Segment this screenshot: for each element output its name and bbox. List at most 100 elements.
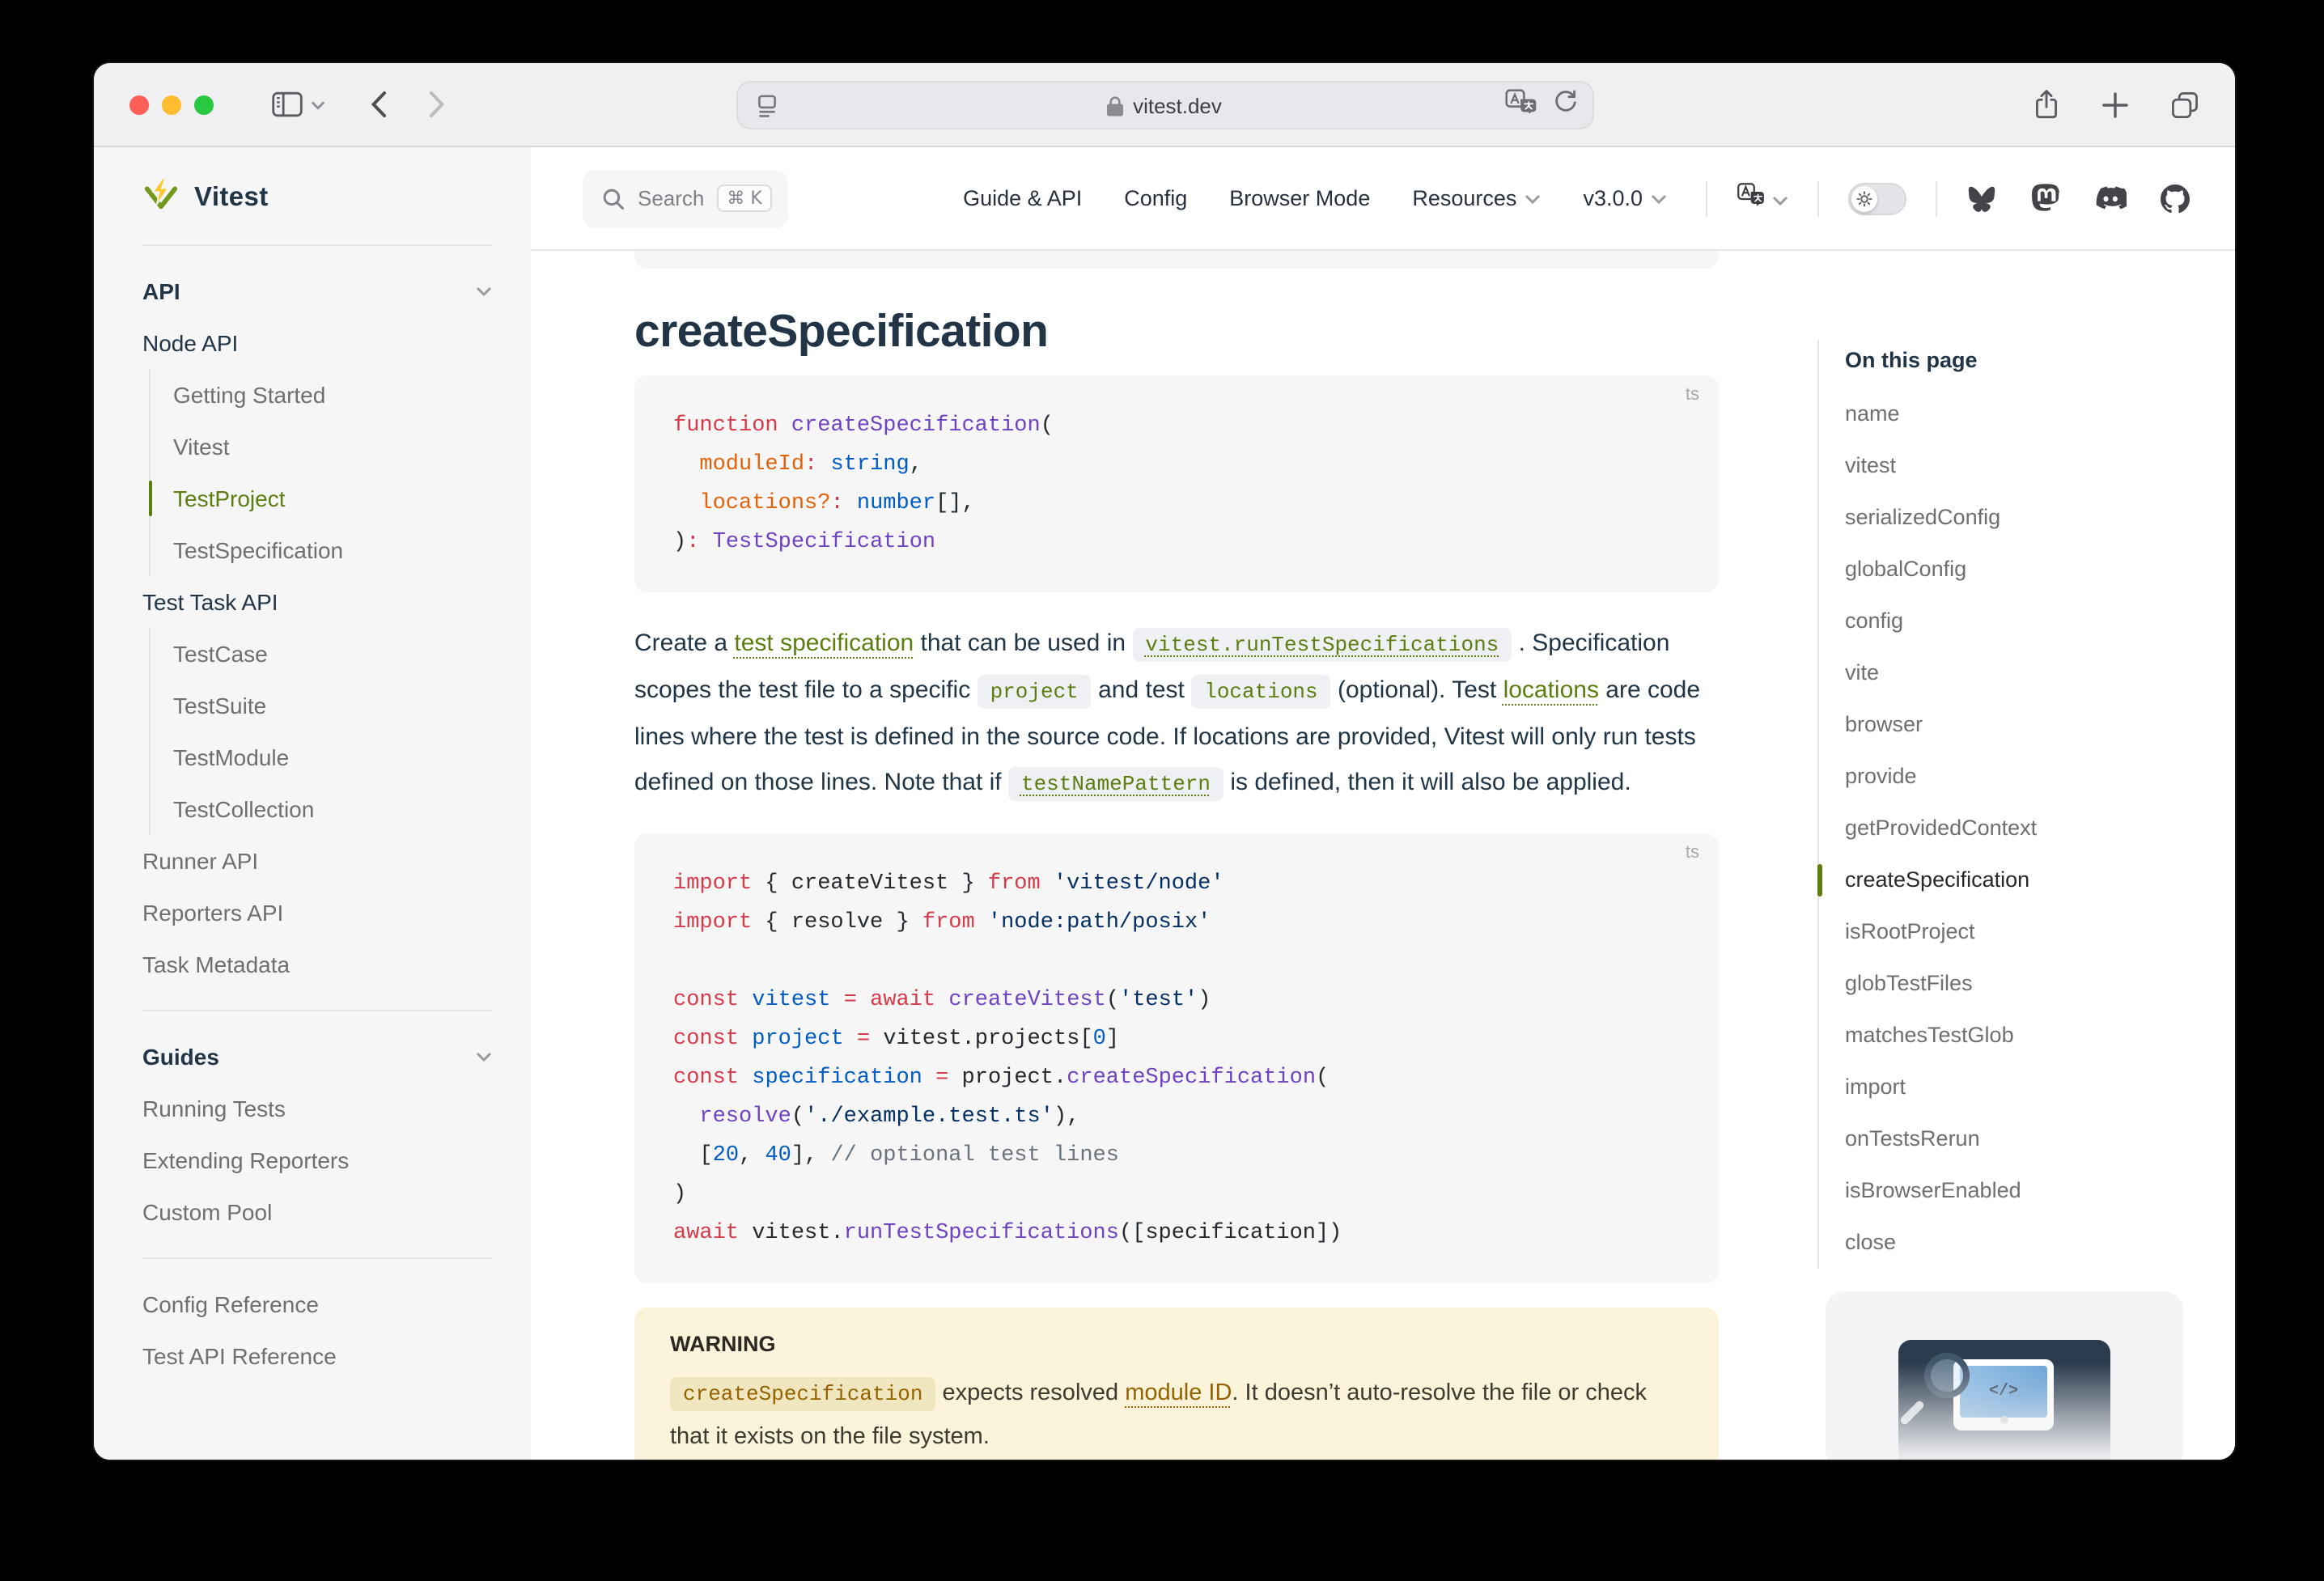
sidebar-item-getting-started[interactable]: Getting Started (149, 369, 492, 421)
tab-overview-icon[interactable] (2170, 90, 2199, 119)
sidebar-item-testcollection[interactable]: TestCollection (149, 783, 492, 835)
reload-icon[interactable] (1553, 89, 1575, 121)
toc-item-globalconfig[interactable]: globalConfig (1845, 544, 2193, 596)
toc-item-serializedconfig[interactable]: serializedConfig (1845, 492, 2193, 544)
description-paragraph: Create a test specification that can be … (634, 621, 1719, 807)
search-label: Search (638, 186, 704, 210)
sun-icon (1851, 185, 1877, 211)
toc-item-isrootproject[interactable]: isRootProject (1845, 906, 2193, 958)
back-icon[interactable] (371, 91, 387, 118)
inline-code: createSpecification (670, 1377, 935, 1411)
toc-item-close[interactable]: close (1845, 1217, 2193, 1269)
toc-item-provide[interactable]: provide (1845, 751, 2193, 803)
github-icon[interactable] (2161, 184, 2190, 213)
search-icon (602, 187, 625, 210)
sidebar-item-testspecification[interactable]: TestSpecification (149, 524, 492, 576)
sidebar-item-api[interactable]: API (142, 265, 492, 317)
toc-item-matchestestglob[interactable]: matchesTestGlob (1845, 1010, 2193, 1062)
toc-item-isbrowserenabled[interactable]: isBrowserEnabled (1845, 1165, 2193, 1217)
toc-title: On this page (1845, 340, 2193, 382)
nav-link-browser-mode[interactable]: Browser Mode (1229, 186, 1370, 210)
sidebar-item-testsuite[interactable]: TestSuite (149, 680, 492, 731)
sidebar-item-running-tests[interactable]: Running Tests (142, 1083, 492, 1134)
sidebar-item-test-api-reference[interactable]: Test API Reference (142, 1330, 492, 1382)
forward-icon[interactable] (429, 91, 445, 118)
page-title: createSpecification (634, 304, 1719, 359)
inline-code: project (978, 675, 1092, 709)
sidebar-item-custom-pool[interactable]: Custom Pool (142, 1186, 492, 1238)
toc-item-globtestfiles[interactable]: globTestFiles (1845, 958, 2193, 1010)
toc-item-getprovidedcontext[interactable]: getProvidedContext (1845, 803, 2193, 854)
sidebar: Vitest API Node API Getting Started Vitest T… (94, 147, 531, 1460)
vitest-logo-icon (142, 176, 180, 221)
nav-link-resources[interactable]: Resources (1412, 186, 1541, 210)
toc-item-name[interactable]: name (1845, 388, 2193, 440)
brand[interactable]: Vitest (142, 147, 492, 225)
sidebar-item-label: TestCase (173, 641, 268, 667)
sidebar-item-label: Vitest (173, 434, 230, 460)
sidebar-item-testproject[interactable]: TestProject (149, 473, 492, 524)
sidebar-item-testmodule[interactable]: TestModule (149, 731, 492, 783)
inline-link[interactable]: locations (1503, 676, 1599, 704)
sidebar-item-label: Custom Pool (142, 1199, 272, 1225)
nav-link-label: Config (1124, 186, 1187, 210)
toc-item-vite[interactable]: vite (1845, 647, 2193, 699)
sponsor-ad-card[interactable]: </> (1826, 1291, 2183, 1460)
share-icon[interactable] (2033, 89, 2060, 120)
minimize-window-button[interactable] (162, 95, 181, 114)
zoom-window-button[interactable] (194, 95, 214, 114)
code-lang-badge: ts (1686, 843, 1699, 863)
sidebar-item-runner-api[interactable]: Runner API (142, 835, 492, 887)
sidebar-item-config-reference[interactable]: Config Reference (142, 1278, 492, 1330)
search-input[interactable]: Search ⌘ K (583, 169, 788, 227)
sidebar-item-label: Node API (142, 330, 238, 356)
nav-link-config[interactable]: Config (1124, 186, 1187, 210)
sidebar-item-extending-reporters[interactable]: Extending Reporters (142, 1134, 492, 1186)
inline-link[interactable]: module ID (1125, 1380, 1232, 1406)
toc-item-ontestsrerun[interactable]: onTestsRerun (1845, 1113, 2193, 1165)
url-text: vitest.dev (1133, 93, 1222, 117)
new-tab-icon[interactable] (2102, 91, 2128, 117)
sidebar-toggle-icon[interactable] (272, 91, 303, 118)
chevron-down-icon[interactable] (311, 100, 325, 109)
chevron-down-icon (1772, 184, 1788, 213)
toc-item-config[interactable]: config (1845, 596, 2193, 647)
address-bar[interactable]: vitest.dev (736, 81, 1593, 129)
code-lines: function createSpecification( moduleId: … (634, 401, 1719, 563)
sidebar-item-task-metadata[interactable]: Task Metadata (142, 939, 492, 990)
mastodon-icon[interactable] (2031, 183, 2060, 214)
inline-link[interactable]: test specification (734, 629, 914, 657)
bluesky-icon[interactable] (1966, 184, 1997, 212)
sidebar-item-vitest[interactable]: Vitest (149, 421, 492, 473)
toc-item-import[interactable]: import (1845, 1062, 2193, 1113)
code-block-example: ts import { createVitest } from 'vitest/… (634, 833, 1719, 1283)
toc-item-createspecification[interactable]: createSpecification (1845, 854, 2193, 906)
lock-icon (1107, 95, 1123, 116)
toc-item-browser[interactable]: browser (1845, 699, 2193, 751)
navbar: Search ⌘ K Guide & API Config Browser Mode… (531, 147, 2235, 251)
language-menu[interactable] (1737, 181, 1788, 215)
nav-link-label: Guide & API (963, 186, 1082, 210)
sidebar-item-label: Test API Reference (142, 1343, 337, 1369)
nav-link-guide-api[interactable]: Guide & API (963, 186, 1082, 210)
sidebar-item-guides[interactable]: Guides (142, 1031, 492, 1083)
chevron-down-icon (1651, 193, 1667, 203)
close-window-button[interactable] (129, 95, 149, 114)
sidebar-item-test-task-api[interactable]: Test Task API (142, 576, 492, 628)
sidebar-item-reporters-api[interactable]: Reporters API (142, 887, 492, 939)
inline-code-link[interactable]: testNamePattern (1008, 767, 1223, 801)
theme-toggle[interactable] (1848, 182, 1906, 214)
warning-callout: WARNING createSpecification expects reso… (634, 1308, 1719, 1460)
toc-item-vitest[interactable]: vitest (1845, 440, 2193, 492)
sidebar-item-label: Runner API (142, 848, 258, 874)
inline-code-link[interactable]: vitest.runTestSpecifications (1132, 628, 1512, 662)
sidebar-divider (142, 1257, 492, 1259)
warning-body: createSpecification expects resolved mod… (670, 1372, 1683, 1460)
nav-link-label: Browser Mode (1229, 186, 1370, 210)
translate-icon[interactable] (1504, 89, 1537, 121)
discord-icon[interactable] (2094, 185, 2127, 211)
sidebar-item-testcase[interactable]: TestCase (149, 628, 492, 680)
sidebar-item-node-api[interactable]: Node API (142, 317, 492, 369)
screenshot-stage: vitest.dev (0, 0, 2324, 1581)
nav-link-v3-0-0[interactable]: v3.0.0 (1583, 186, 1667, 210)
